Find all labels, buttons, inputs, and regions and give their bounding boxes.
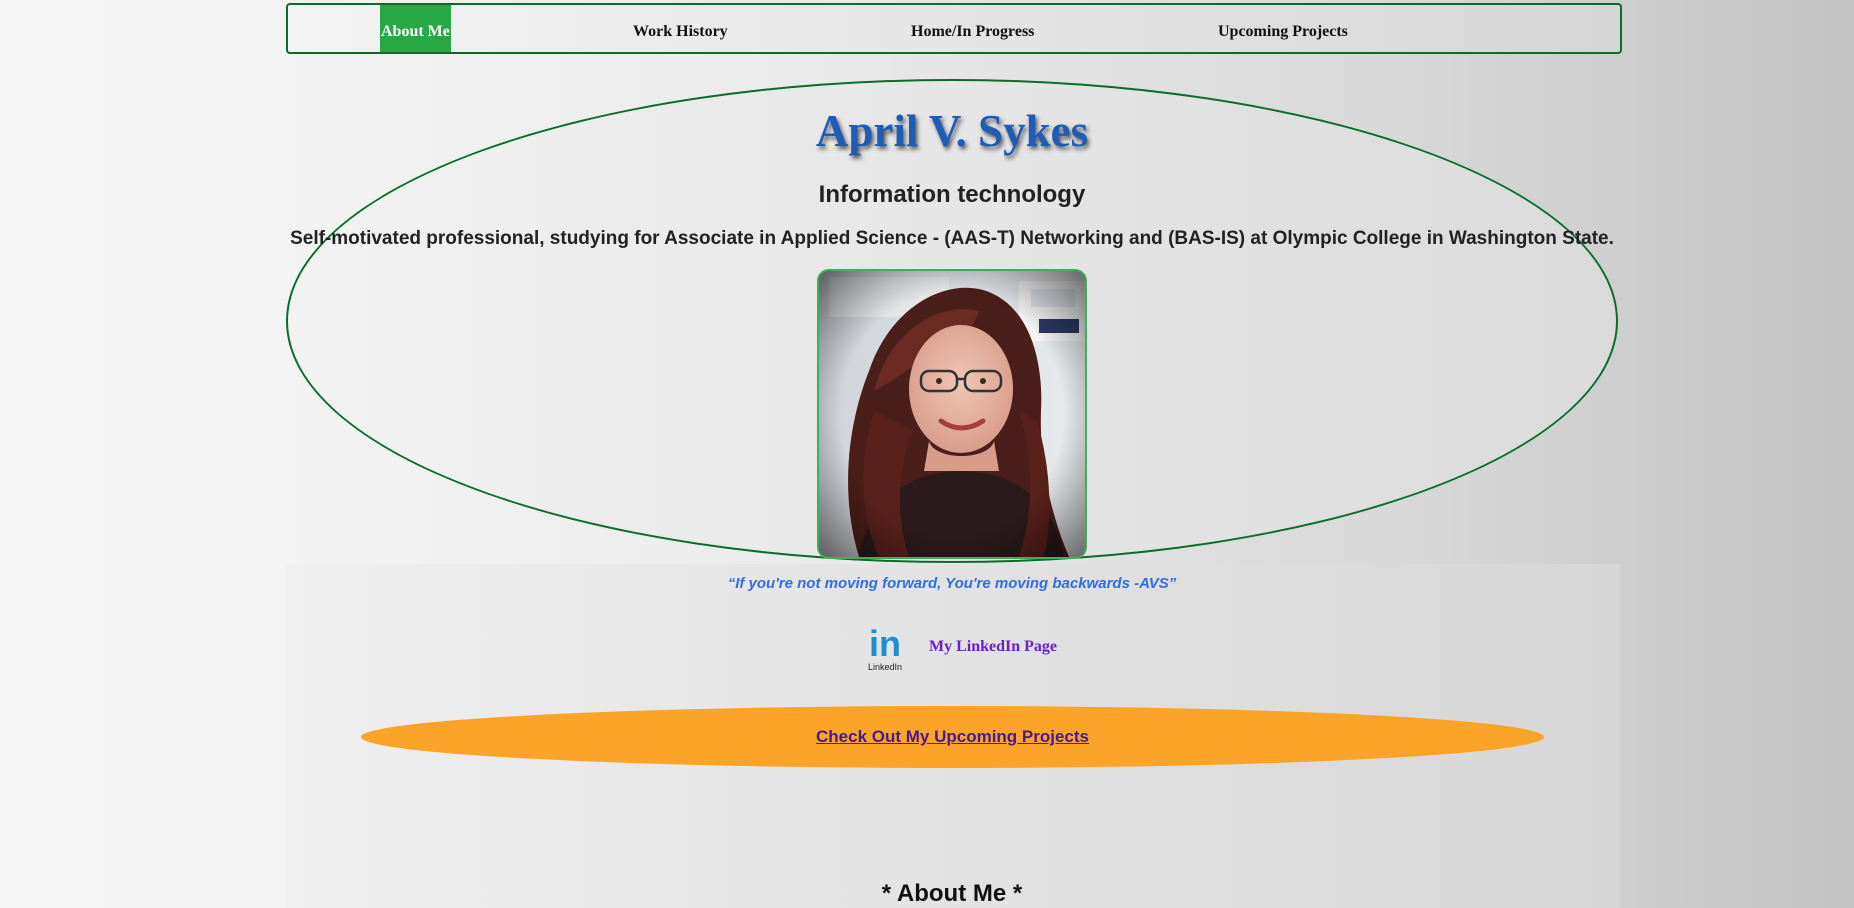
linkedin-icon[interactable]: in LinkedIn [865,623,905,672]
nav-item-upcoming-projects[interactable]: Upcoming Projects [1218,5,1348,52]
about-heading: * About Me * [881,880,1023,907]
upcoming-projects-button[interactable]: Check Out My Upcoming Projects [361,706,1544,768]
nav-item-about-me[interactable]: About Me [380,5,451,52]
nav-item-work-history[interactable]: Work History [633,5,728,52]
page-title: April V. Sykes [815,106,1089,156]
svg-text:LinkedIn: LinkedIn [868,662,902,672]
linkedin-link[interactable]: My LinkedIn Page [929,638,1057,656]
profile-photo [817,269,1087,559]
upcoming-projects-link[interactable]: Check Out My Upcoming Projects [816,727,1089,746]
tagline: Self-motivated professional, studying fo… [290,228,1614,249]
svg-text:in: in [869,624,901,664]
subtitle: Information technology [818,181,1086,208]
nav-item-home-in-progress[interactable]: Home/In Progress [911,5,1034,52]
main-nav: About Me Work History Home/In Progress U… [286,3,1622,54]
quote-text: “If you're not moving forward, You're mo… [727,575,1177,592]
